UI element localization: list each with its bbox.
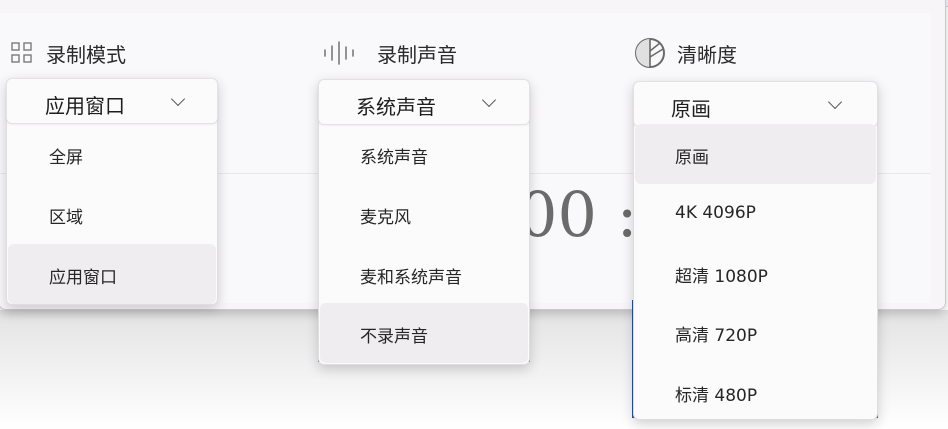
audio-option-mic[interactable]: 麦克风 (319, 184, 529, 244)
quality-option-1080p[interactable]: 超清 1080P (634, 243, 877, 303)
chevron-down-icon[interactable] (827, 94, 843, 110)
quality-dial-icon (635, 38, 665, 68)
quality-label: 清晰度 (677, 43, 737, 67)
quality-selected-value: 原画 (671, 97, 711, 121)
chevron-down-icon[interactable] (170, 91, 186, 107)
mode-option-app-window[interactable]: 应用窗口 (8, 244, 216, 304)
mode-dropdown[interactable]: 应用窗口 全屏 区域 应用窗口 (6, 78, 218, 305)
quality-option-480p[interactable]: 标清 480P (634, 362, 877, 422)
grid-icon (11, 42, 32, 63)
quality-select[interactable]: 原画 (633, 81, 878, 127)
mode-option-fullscreen[interactable]: 全屏 (7, 124, 217, 184)
mode-selected-value: 应用窗口 (45, 94, 125, 118)
audio-dropdown[interactable]: 系统声音 系统声音 麦克风 麦和系统声音 不录声音 (318, 79, 530, 365)
mode-label: 录制模式 (46, 43, 126, 67)
audio-option-system[interactable]: 系统声音 (319, 124, 529, 184)
quality-dropdown[interactable]: 原画 原画 4K 4096P 超清 1080P 高清 720P 标清 480P (633, 81, 878, 420)
audio-select[interactable]: 系统声音 (318, 79, 530, 125)
audio-label: 录制声音 (377, 43, 457, 67)
mode-select[interactable]: 应用窗口 (6, 78, 218, 124)
quality-option-4k[interactable]: 4K 4096P (634, 184, 877, 244)
quality-option-original[interactable]: 原画 (635, 124, 876, 184)
audio-option-mic-and-system[interactable]: 麦和系统声音 (319, 244, 529, 304)
audio-option-none[interactable]: 不录声音 (320, 303, 528, 363)
audio-selected-value: 系统声音 (356, 95, 436, 119)
waveform-icon (324, 41, 354, 65)
chevron-down-icon[interactable] (481, 92, 497, 108)
quality-option-720p[interactable]: 高清 720P (634, 302, 877, 362)
mode-option-region[interactable]: 区域 (7, 184, 217, 244)
